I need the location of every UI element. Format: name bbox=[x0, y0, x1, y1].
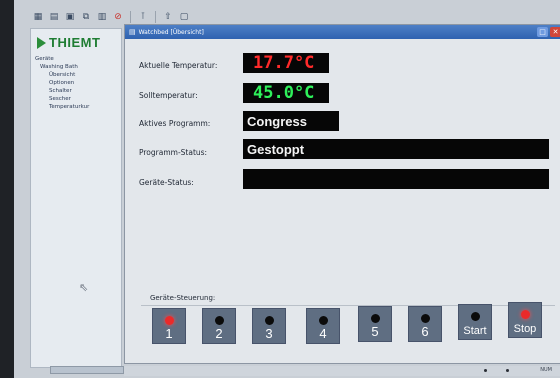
target-temp-label: Solltemperatur: bbox=[139, 91, 198, 100]
led-indicator-icon bbox=[215, 316, 224, 325]
tree-item-sescher[interactable]: Sescher bbox=[35, 95, 117, 103]
control-button-label: Stop bbox=[513, 323, 537, 335]
tree-item-washing-bath[interactable]: Washing Bath bbox=[35, 63, 117, 71]
program-status-value: Gestoppt bbox=[247, 141, 305, 157]
status-dot-icon bbox=[484, 369, 487, 372]
device-status-display bbox=[243, 169, 549, 189]
control-button-4[interactable]: 4 bbox=[306, 308, 340, 344]
active-program-display: Congress bbox=[243, 111, 339, 131]
stop-button[interactable]: Stop bbox=[508, 302, 542, 338]
status-text: NUM bbox=[540, 367, 552, 373]
current-temp-value: 17.7°C bbox=[253, 53, 315, 73]
control-button-label: 2 bbox=[215, 326, 223, 341]
status-bar: NUM bbox=[124, 366, 560, 376]
brand-logo: THIEMT bbox=[31, 29, 121, 53]
target-temp-value: 45.0°C bbox=[253, 83, 315, 103]
control-button-5[interactable]: 5 bbox=[358, 306, 392, 342]
chart-icon[interactable]: ▣ bbox=[64, 11, 76, 23]
close-icon[interactable]: ✕ bbox=[550, 27, 560, 37]
logo-text: THIEMT bbox=[49, 35, 101, 50]
control-button-label: 4 bbox=[319, 326, 327, 341]
mouse-cursor-icon: ⇖ bbox=[79, 281, 89, 294]
horizontal-scrollbar[interactable] bbox=[50, 366, 124, 374]
window-app-icon: ▤ bbox=[129, 28, 136, 36]
tree-item-geraete[interactable]: Geräte bbox=[35, 55, 117, 63]
tree-item-uebersicht[interactable]: Übersicht bbox=[35, 71, 117, 79]
copy-icon[interactable]: ⧉ bbox=[80, 11, 92, 23]
active-program-label: Aktives Programm: bbox=[139, 119, 211, 128]
led-indicator-icon bbox=[521, 310, 530, 319]
control-button-label: 3 bbox=[265, 326, 273, 341]
tree-item-schalter[interactable]: Schalter bbox=[35, 87, 117, 95]
maximize-icon[interactable]: □ bbox=[537, 27, 548, 37]
pin-icon[interactable]: ⊺ bbox=[137, 11, 149, 23]
control-button-label: 5 bbox=[371, 324, 379, 339]
tree-item-temperaturkur[interactable]: Temperaturkur bbox=[35, 103, 117, 111]
control-button-3[interactable]: 3 bbox=[252, 308, 286, 344]
toolbar-divider bbox=[155, 11, 156, 23]
current-temp-label: Aktuelle Temperatur: bbox=[139, 61, 218, 70]
overview-window: ▤ Watchbed [Übersicht] □ ✕ Aktuelle Temp… bbox=[124, 24, 560, 364]
control-button-label: Start bbox=[463, 325, 487, 337]
active-program-value: Congress bbox=[247, 113, 307, 129]
tree-item-optionen[interactable]: Optionen bbox=[35, 79, 117, 87]
led-indicator-icon bbox=[319, 316, 328, 325]
device-control-label: Geräte-Steuerung: bbox=[150, 294, 216, 302]
layout-icon[interactable]: ▤ bbox=[48, 11, 60, 23]
led-indicator-icon bbox=[265, 316, 274, 325]
monitor-screen: ▦ ▤ ▣ ⧉ ▥ ⊘ ⊺ ⇧ ▢ THIEMT Geräte Washing … bbox=[14, 0, 560, 378]
device-status-label: Geräte-Status: bbox=[139, 178, 194, 187]
program-status-display: Gestoppt bbox=[243, 139, 549, 159]
toolbar-divider bbox=[130, 11, 131, 23]
start-button[interactable]: Start bbox=[458, 304, 492, 340]
window-titlebar[interactable]: ▤ Watchbed [Übersicht] □ ✕ bbox=[125, 25, 560, 39]
control-button-label: 6 bbox=[421, 324, 429, 339]
control-button-label: 1 bbox=[165, 326, 173, 341]
control-button-6[interactable]: 6 bbox=[408, 306, 442, 342]
folder-icon[interactable]: ▢ bbox=[178, 11, 190, 23]
led-indicator-icon bbox=[421, 314, 430, 323]
window-title: Watchbed [Übersicht] bbox=[138, 28, 204, 36]
current-temp-display: 17.7°C bbox=[243, 53, 329, 73]
target-temp-display: 45.0°C bbox=[243, 83, 329, 103]
upload-icon[interactable]: ⇧ bbox=[162, 11, 174, 23]
control-button-1[interactable]: 1 bbox=[152, 308, 186, 344]
led-indicator-icon bbox=[165, 316, 174, 325]
device-tree: Geräte Washing Bath Übersicht Optionen S… bbox=[31, 53, 121, 113]
status-dot-icon bbox=[506, 369, 509, 372]
led-indicator-icon bbox=[471, 312, 480, 321]
program-status-label: Programm-Status: bbox=[139, 148, 208, 157]
logo-mark-icon bbox=[37, 36, 46, 49]
device-tree-panel: THIEMT Geräte Washing Bath Übersicht Opt… bbox=[30, 28, 122, 368]
grid-icon[interactable]: ▦ bbox=[32, 11, 44, 23]
stop-icon[interactable]: ⊘ bbox=[112, 11, 124, 23]
table-icon[interactable]: ▥ bbox=[96, 11, 108, 23]
control-button-2[interactable]: 2 bbox=[202, 308, 236, 344]
led-indicator-icon bbox=[371, 314, 380, 323]
